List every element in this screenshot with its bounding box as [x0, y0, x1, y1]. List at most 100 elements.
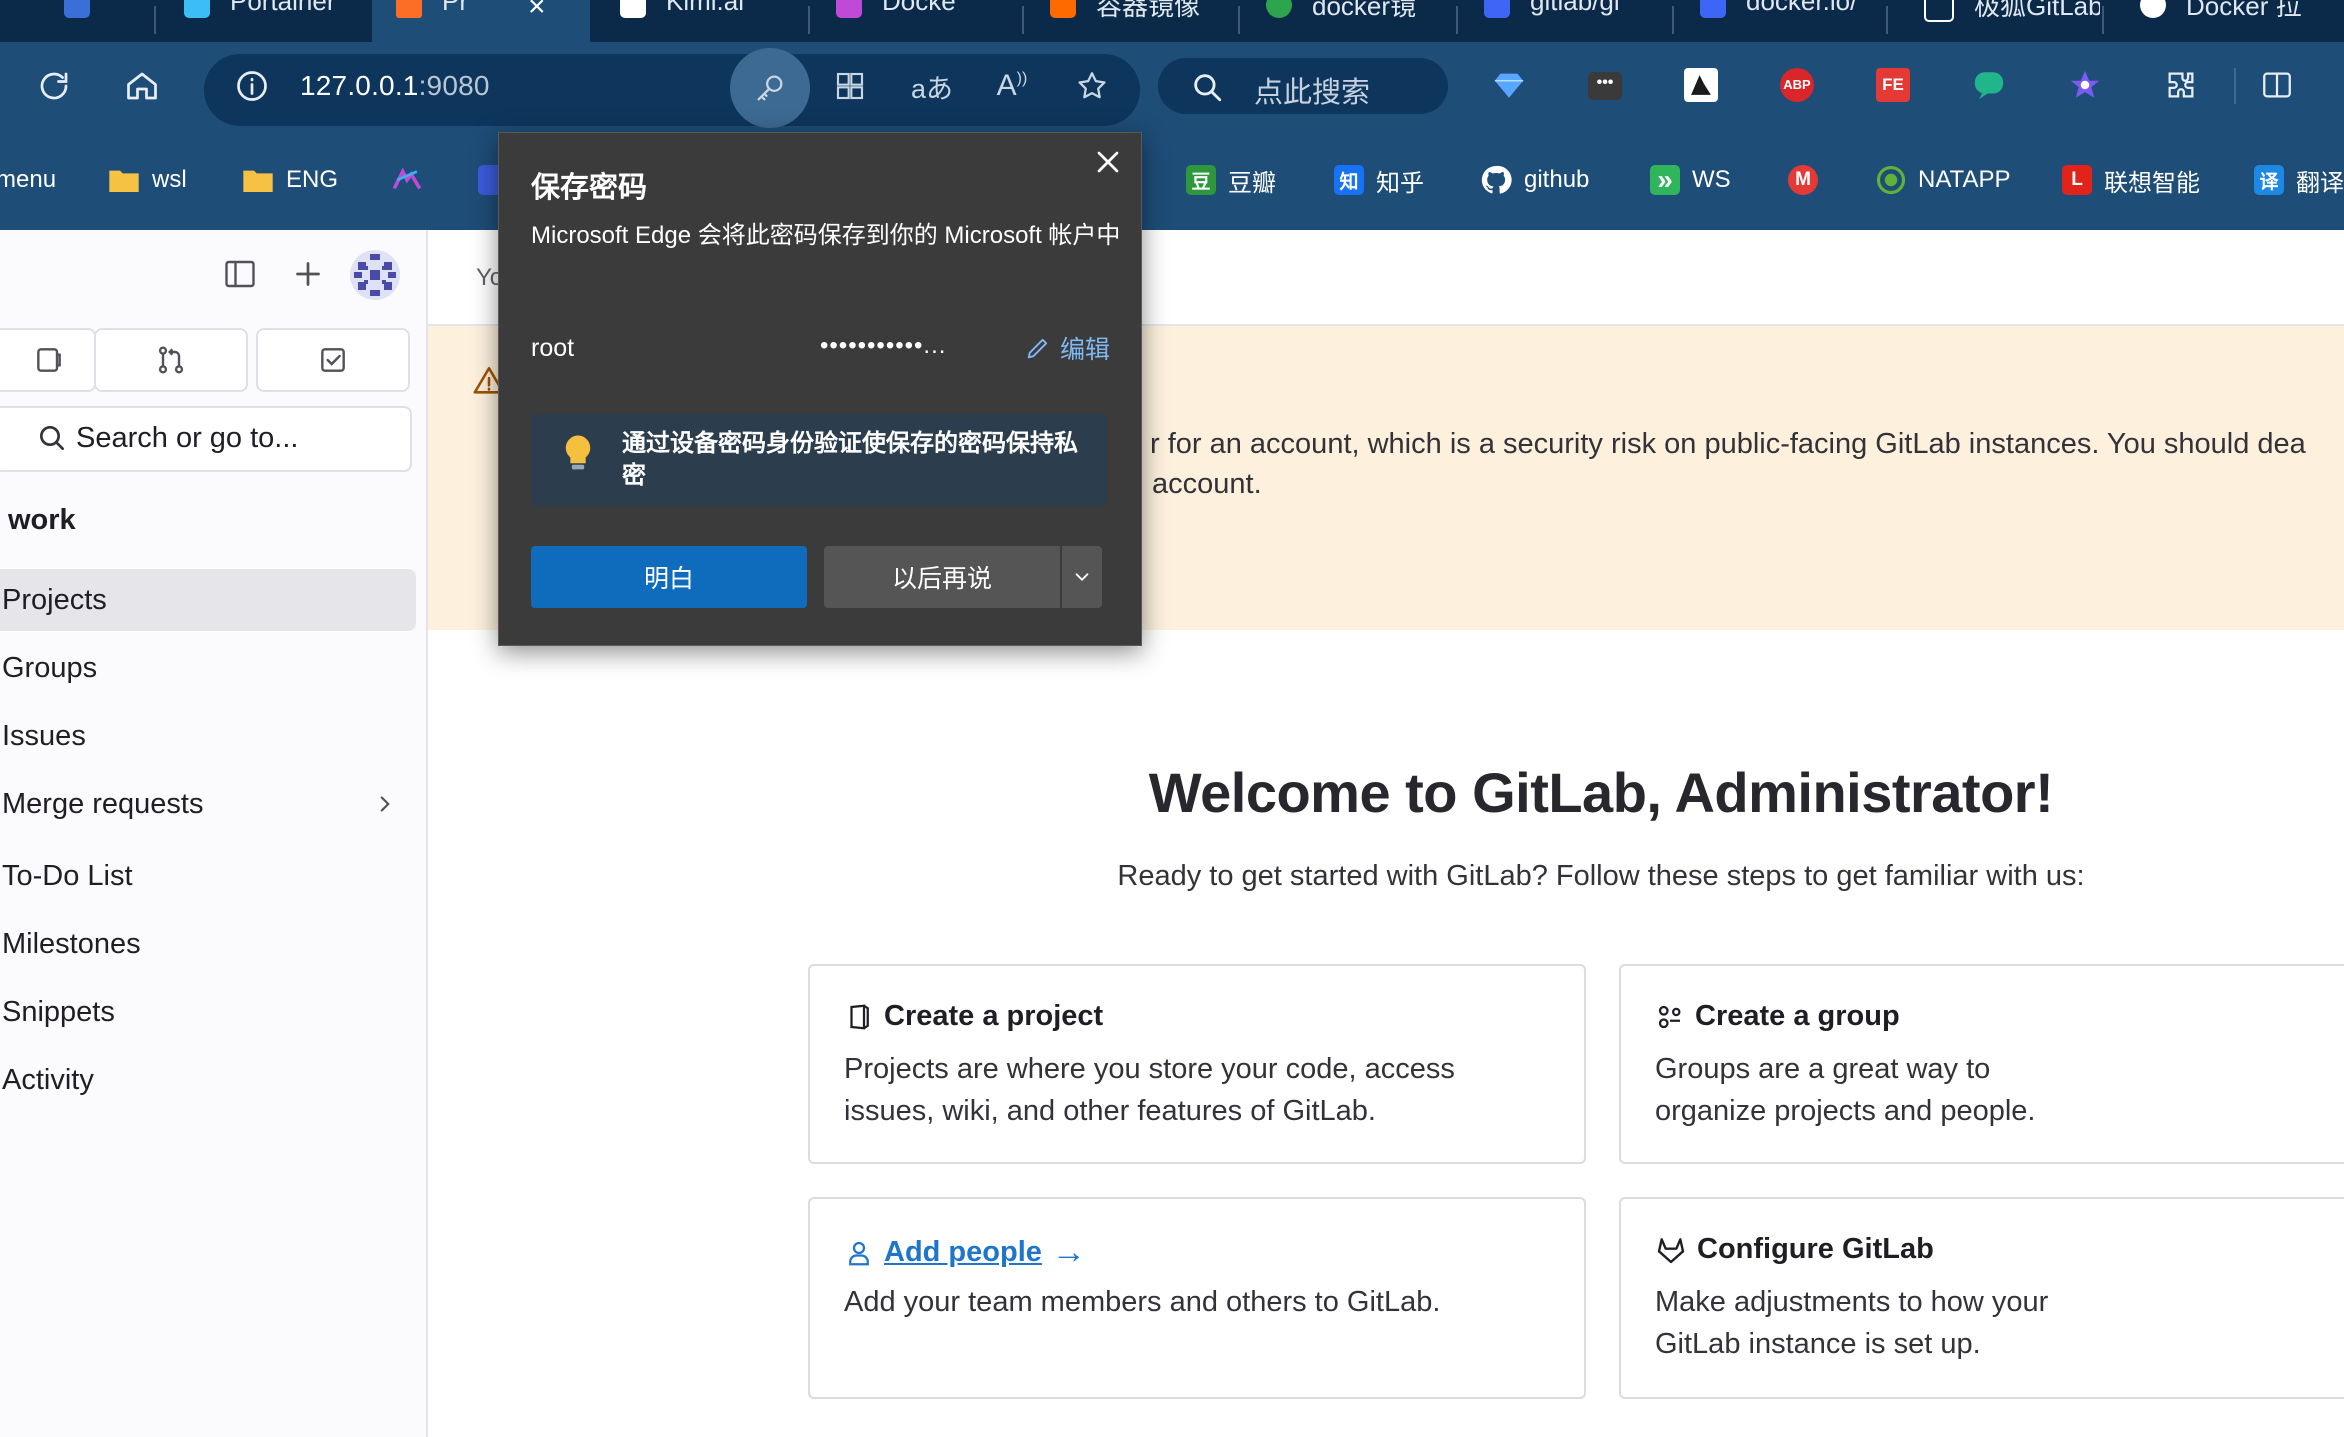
card-description: Add your team members and others to GitL…	[844, 1286, 1441, 1318]
adblock-plus-icon[interactable]: ABP	[1780, 68, 1814, 102]
alert-message: r for an account, which is a security ri…	[1150, 428, 2306, 500]
bookmark-menu[interactable]: menu	[0, 160, 56, 200]
bookmark-app[interactable]	[390, 160, 424, 200]
tab-registry[interactable]: 容器镜像	[1026, 0, 1236, 42]
extensions-puzzle-icon[interactable]	[2164, 68, 2198, 102]
configure-gitlab-card[interactable]: Configure GitLab Make adjustments to how…	[1619, 1197, 2344, 1399]
search-placeholder: 点此搜索	[1254, 77, 1371, 109]
tab-app[interactable]: Docke	[812, 0, 1012, 42]
card-description: Groups are a great way to organize proje…	[1655, 1053, 2036, 1127]
dialog-description: Microsoft Edge 会将此密码保存到你的 Microsoft 帐户中	[531, 222, 1121, 249]
github-icon	[1481, 165, 1512, 194]
card-description: Projects are where you store your code, …	[844, 1053, 1455, 1127]
split-screen-icon[interactable]	[2260, 68, 2294, 102]
chat-extension-icon[interactable]	[1972, 68, 2006, 102]
browser-tab-strip: Portainer Pr × Kimi.ai Docke 容器镜像 docker…	[0, 0, 2344, 42]
create-project-card[interactable]: Create a project Projects are where you …	[808, 964, 1586, 1164]
create-group-card[interactable]: Create a group Groups are a great way to…	[1619, 964, 2344, 1164]
dark-reader-icon[interactable]	[1684, 68, 1718, 102]
translate-icon: 译	[2254, 165, 2284, 195]
tab-docker-pull[interactable]: Docker 拉	[2116, 0, 2344, 42]
app-icon	[392, 167, 422, 190]
sidebar-item-milestones[interactable]: Milestones	[0, 913, 416, 975]
tab-partial[interactable]	[40, 0, 120, 42]
issues-shortcut-button[interactable]	[0, 328, 96, 392]
tab-jihu-gitlab[interactable]: 极狐GitLab	[1900, 0, 2100, 42]
close-icon[interactable]	[1090, 144, 1126, 180]
tab-kimi[interactable]: Kimi.ai	[596, 0, 806, 42]
tab-gitlab-active[interactable]: Pr ×	[372, 0, 590, 42]
search-icon	[1190, 70, 1224, 109]
folder-icon	[109, 170, 139, 192]
sidebar-item-activity[interactable]: Activity	[0, 1049, 416, 1111]
sidebar-item-projects[interactable]: Projects	[0, 569, 416, 631]
aliyun-icon	[1050, 0, 1076, 18]
bookmark-ws[interactable]: » WS	[1650, 160, 1731, 200]
star-extension-icon[interactable]	[2068, 68, 2102, 102]
merge-requests-shortcut-button[interactable]	[94, 328, 248, 392]
sidebar-item-snippets[interactable]: Snippets	[0, 981, 416, 1043]
apps-icon[interactable]	[822, 58, 878, 114]
bookmark-zhihu[interactable]: 知 知乎	[1334, 160, 1424, 200]
site-info-icon[interactable]	[234, 68, 270, 109]
refresh-icon[interactable]	[26, 58, 82, 114]
page-subtitle: Ready to get started with GitLab? Follow…	[1117, 860, 2085, 892]
got-it-button[interactable]: 明白	[531, 546, 807, 608]
docker-hub-icon	[1700, 0, 1726, 18]
close-tab-icon[interactable]: ×	[528, 0, 546, 24]
lightbulb-icon	[562, 434, 594, 479]
collapse-sidebar-icon[interactable]	[222, 256, 258, 297]
avatar[interactable]	[350, 250, 400, 300]
folder-icon	[243, 170, 273, 192]
bookmark-eng[interactable]: ENG	[242, 160, 338, 200]
tab-docker-io[interactable]: docker.io/	[1676, 0, 1886, 42]
url-text[interactable]: 127.0.0.1:9080	[300, 70, 490, 102]
toolbar-divider	[2234, 68, 2236, 104]
tab-gitlab-docker[interactable]: gitlab/gi	[1460, 0, 1670, 42]
page-icon	[1924, 0, 1954, 22]
issues-icon	[37, 348, 61, 372]
app-icon	[836, 0, 862, 18]
more-options-button[interactable]	[1062, 546, 1102, 608]
sidebar-item-groups[interactable]: Groups	[0, 637, 416, 699]
fe-helper-icon[interactable]: FE	[1876, 68, 1910, 102]
bookmark-lenovo[interactable]: L 联想智能	[2062, 160, 2200, 200]
favorite-star-icon[interactable]	[1064, 58, 1120, 114]
add-people-card[interactable]: Add people → Add your team members and o…	[808, 1197, 1586, 1399]
tab-portainer[interactable]: Portainer	[160, 0, 370, 42]
bookmark-m[interactable]: M	[1788, 160, 1818, 200]
douban-icon: 豆	[1186, 165, 1216, 195]
translate-page-icon[interactable]: aあ	[904, 58, 960, 114]
todo-shortcut-button[interactable]	[256, 328, 410, 392]
bookmark-wsl[interactable]: wsl	[108, 160, 187, 200]
sidebar-item-merge-requests[interactable]: Merge requests	[0, 773, 416, 835]
gem-extension-icon[interactable]	[1492, 68, 1526, 102]
page-title: Welcome to GitLab, Administrator!	[1148, 761, 2054, 824]
project-icon	[850, 1004, 869, 1029]
pencil-icon	[1027, 338, 1048, 359]
read-aloud-icon[interactable]: A))	[984, 58, 1040, 114]
bookmark-natapp[interactable]: NATAPP	[1876, 160, 2010, 200]
chevron-down-icon	[1075, 573, 1089, 582]
bookmark-douban[interactable]: 豆 豆瓣	[1186, 160, 1276, 200]
bookmark-github[interactable]: github	[1480, 160, 1589, 200]
password-extension-icon[interactable]: •••	[1588, 72, 1622, 100]
card-title: Create a group	[1695, 1000, 1900, 1032]
home-icon[interactable]	[114, 58, 170, 114]
not-now-button[interactable]: 以后再说	[824, 546, 1060, 608]
lenovo-icon: L	[2062, 165, 2092, 195]
sidebar-section-title: work	[8, 504, 76, 536]
chrome-icon	[1266, 0, 1292, 18]
sidebar-item-todo-list[interactable]: To-Do List	[0, 845, 416, 907]
tab-favicon	[64, 0, 90, 18]
user-icon	[849, 1241, 869, 1265]
merge-request-icon	[158, 346, 184, 374]
sidebar-item-issues[interactable]: Issues	[0, 705, 416, 767]
add-people-link[interactable]: Add people	[884, 1236, 1042, 1269]
bookmark-translate[interactable]: 译 翻译	[2254, 160, 2344, 200]
sidebar-search-placeholder: Search or go to...	[76, 422, 299, 454]
tab-docker-mirror[interactable]: docker镜	[1242, 0, 1452, 42]
password-key-icon[interactable]	[730, 48, 810, 128]
create-new-icon[interactable]	[290, 256, 326, 297]
edit-button[interactable]: 编辑	[1024, 330, 1110, 366]
